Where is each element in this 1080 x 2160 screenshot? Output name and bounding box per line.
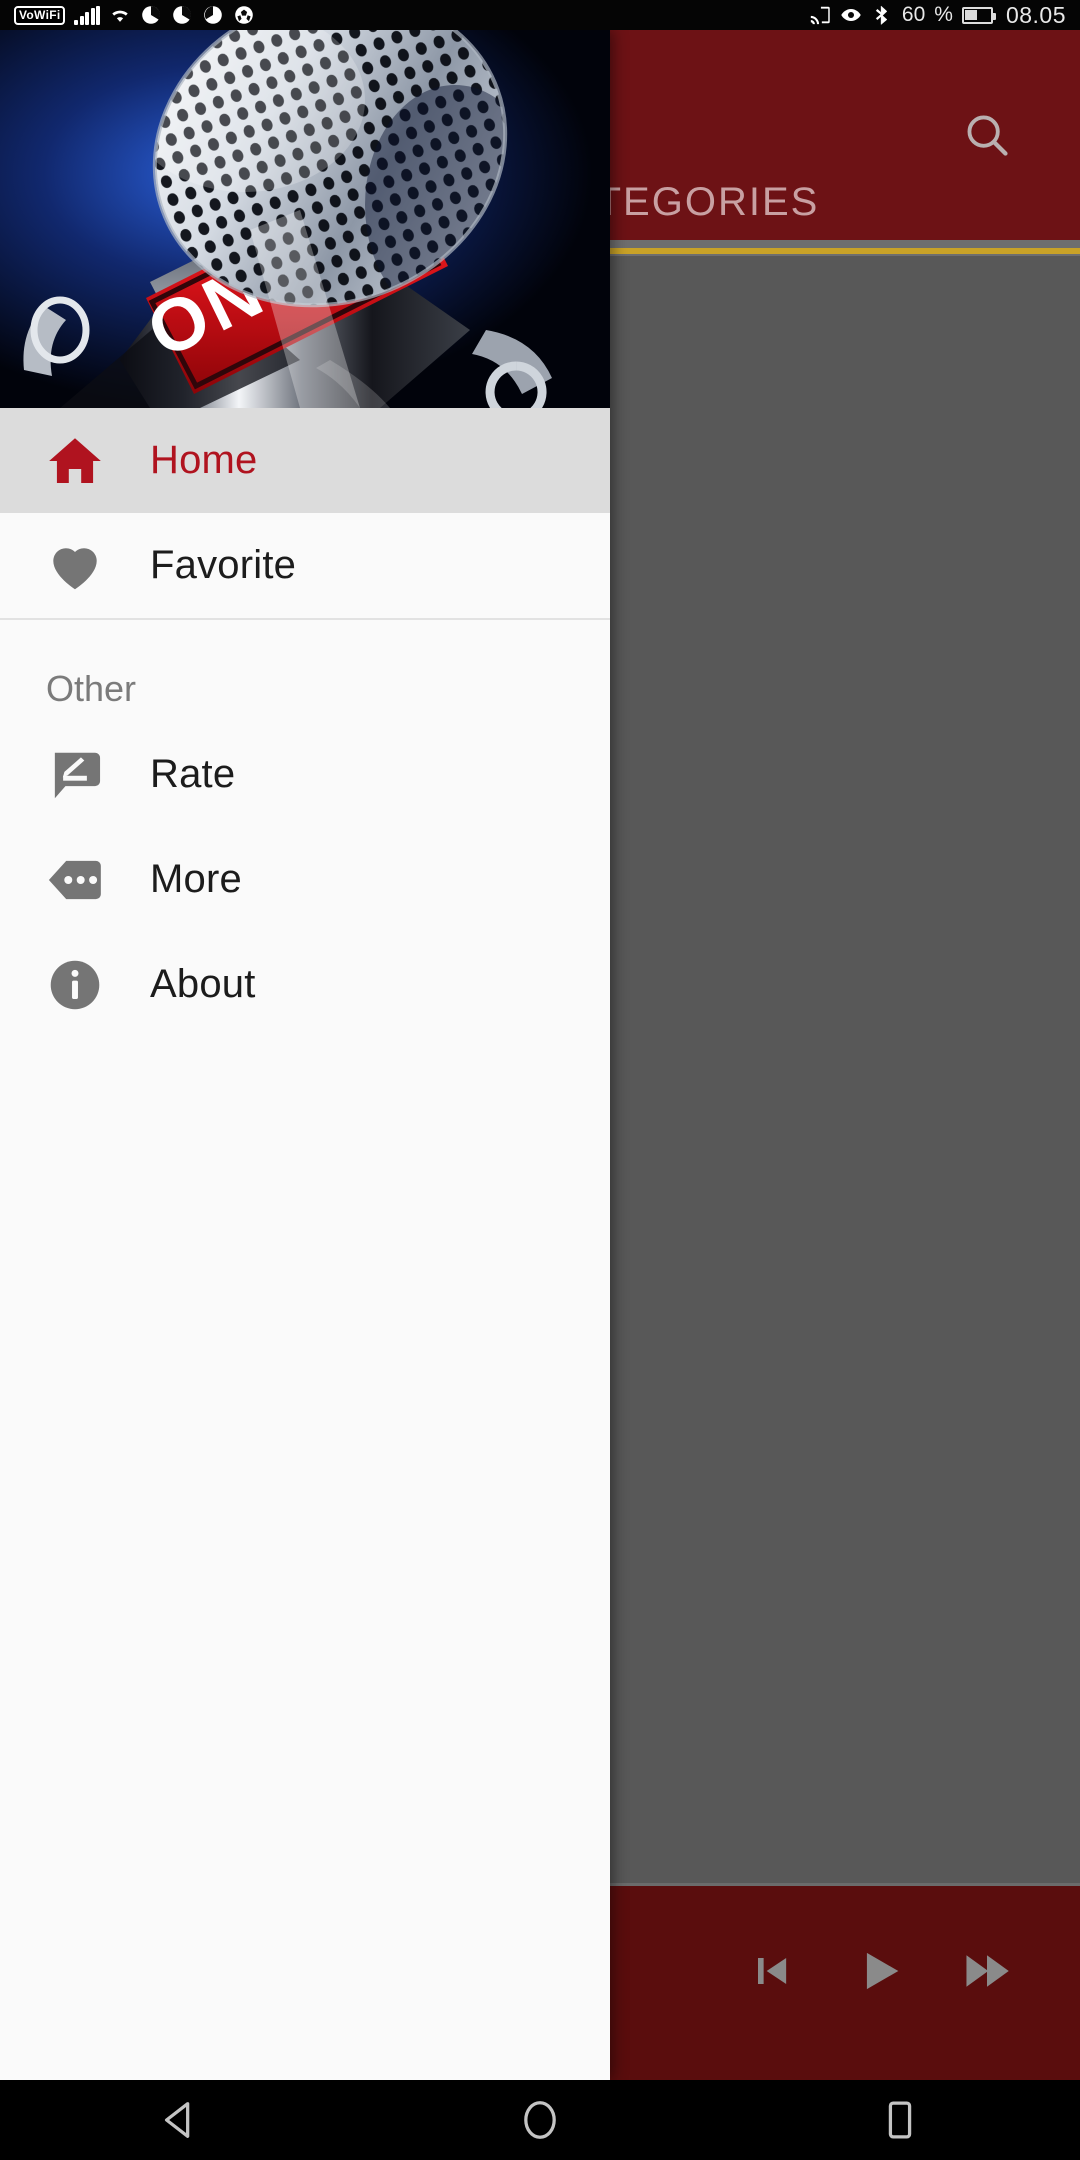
bluetooth-icon xyxy=(875,5,888,26)
home-circle-icon xyxy=(524,2101,556,2139)
player-controls xyxy=(740,1940,1018,2002)
sidebar-item-label-favorite: Favorite xyxy=(150,543,297,587)
sidebar-item-about[interactable]: About xyxy=(0,932,610,1037)
drawer-primary-list: Home Favorite xyxy=(0,408,610,618)
home-icon xyxy=(0,408,150,513)
home-button[interactable] xyxy=(495,2080,585,2160)
play-icon xyxy=(866,1952,899,1990)
system-navigation-bar xyxy=(0,2080,1080,2160)
battery-icon xyxy=(961,6,996,24)
recents-square-icon xyxy=(888,2101,912,2139)
sidebar-item-home[interactable]: Home xyxy=(0,408,610,513)
sidebar-item-label-about: About xyxy=(150,962,256,1006)
status-bar-left: VoWiFi xyxy=(14,4,255,26)
info-circle-icon xyxy=(0,932,150,1037)
drawer-section-title: Other xyxy=(46,668,137,709)
sidebar-item-label-home: Home xyxy=(150,438,258,482)
more-tag-icon xyxy=(0,827,150,932)
fast-forward-icon xyxy=(966,1955,1009,1987)
vowifi-badge: VoWiFi xyxy=(14,5,66,25)
sidebar-item-label-more: More xyxy=(150,857,242,901)
app-icon-3 xyxy=(204,6,223,24)
signal-bars-icon xyxy=(74,5,101,25)
drawer-header: ON AIR xyxy=(0,30,610,408)
sidebar-item-more[interactable]: More xyxy=(0,827,610,932)
app-icon-4 xyxy=(235,6,254,24)
play-button[interactable] xyxy=(848,1940,910,2002)
recents-button[interactable] xyxy=(855,2080,945,2160)
clock: 08.05 xyxy=(1005,1,1066,28)
previous-button[interactable] xyxy=(740,1940,802,2002)
eye-icon xyxy=(841,8,861,22)
skip-previous-icon xyxy=(758,1958,787,1984)
wifi-icon xyxy=(112,10,129,22)
rate-comment-edit-icon xyxy=(0,722,150,827)
search-icon xyxy=(967,115,1008,156)
on-air-microphone-image: ON AIR xyxy=(0,30,610,408)
search-button[interactable] xyxy=(952,100,1022,170)
app-icon-1 xyxy=(142,6,161,24)
battery-percent: 60 xyxy=(901,3,926,26)
percent-symbol: % xyxy=(934,3,953,26)
status-bar-right: 60 % 08.05 xyxy=(809,2,1066,29)
cast-icon xyxy=(810,6,830,25)
phone-screen: CATEGORIES Home Favorite Other Rate More… xyxy=(0,0,1080,2160)
sidebar-item-rate[interactable]: Rate xyxy=(0,722,610,827)
back-triangle-icon xyxy=(164,2102,190,2138)
sidebar-item-label-rate: Rate xyxy=(150,752,236,796)
heart-icon xyxy=(0,513,150,618)
next-button[interactable] xyxy=(956,1940,1018,2002)
back-button[interactable] xyxy=(135,2080,225,2160)
drawer-other-list: Rate More About xyxy=(0,722,610,1037)
sidebar-item-favorite[interactable]: Favorite xyxy=(0,513,610,618)
status-bar: VoWiFi 60 % 08.05 xyxy=(0,0,1080,30)
app-icon-2 xyxy=(173,6,192,24)
navigation-drawer: ON AIR xyxy=(0,30,610,2080)
